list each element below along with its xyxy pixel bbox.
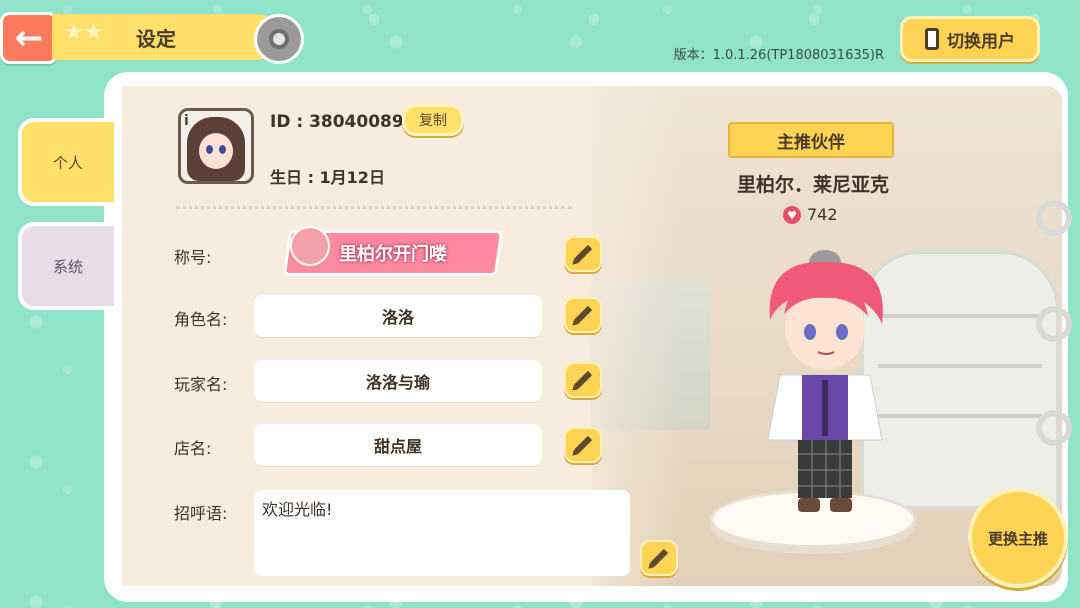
page-title: 设定 <box>136 26 176 51</box>
edit-greeting-button[interactable] <box>640 540 678 576</box>
binder-ring-icon <box>1036 410 1072 446</box>
partner-ribbon: 主推伙伴 <box>728 122 894 158</box>
pencil-icon <box>649 548 669 568</box>
edit-player-name-button[interactable] <box>564 362 602 398</box>
player-name-field: 洛洛与瑜 <box>254 360 542 402</box>
shop-name-label: 店名: <box>174 439 212 458</box>
title-badge-text: 里柏尔开门喽 <box>339 244 447 265</box>
tab-personal[interactable]: 个人 <box>18 118 114 206</box>
greeting-label: 招呼语: <box>174 504 228 523</box>
role-name-field: 洛洛 <box>254 295 542 337</box>
phone-icon <box>925 28 939 50</box>
divider <box>176 206 572 209</box>
version-text: 版本：1.0.1.26(TP1808031635)R <box>673 48 884 63</box>
heart-icon: ♥ <box>783 206 801 224</box>
player-id: ID : 38040089 <box>270 112 404 132</box>
switch-user-label: 切换用户 <box>947 31 1015 52</box>
pencil-icon <box>573 244 593 264</box>
copy-id-button[interactable]: 复制 <box>402 104 464 136</box>
shop-name-field: 甜点屋 <box>254 424 542 466</box>
info-icon: i <box>184 113 189 129</box>
title-field-label: 称号: <box>174 248 212 267</box>
pencil-icon <box>573 305 593 325</box>
role-name-label: 角色名: <box>174 310 228 329</box>
tab-system-label: 系统 <box>52 257 83 276</box>
copy-label: 复制 <box>419 113 447 129</box>
tab-system[interactable]: 系统 <box>18 222 114 310</box>
gear-icon <box>254 14 304 64</box>
player-name-label: 玩家名: <box>174 375 228 394</box>
birthday: 生日 : 1月12日 <box>270 168 385 187</box>
greeting-field: 欢迎光临! <box>254 490 630 576</box>
tab-personal-label: 个人 <box>52 153 83 172</box>
back-arrow-icon: ← <box>14 18 44 58</box>
switch-user-button[interactable]: 切换用户 <box>900 16 1040 62</box>
pencil-icon <box>573 435 593 455</box>
pencil-icon <box>573 370 593 390</box>
page-title-banner: ★★ 设定 <box>52 14 280 60</box>
partner-name: 里柏尔．莱尼亚克 <box>736 174 889 196</box>
badge-character-icon <box>290 226 330 266</box>
avatar[interactable]: i <box>178 108 254 184</box>
partner-character[interactable] <box>750 240 900 520</box>
edit-title-button[interactable] <box>564 236 602 272</box>
binder-ring-icon <box>1036 200 1072 236</box>
affection-value: 742 <box>807 205 838 224</box>
edit-shop-name-button[interactable] <box>564 427 602 463</box>
change-partner-button[interactable]: 更换主推 <box>968 488 1068 588</box>
star-decoration-icon: ★★ <box>64 20 104 45</box>
edit-role-name-button[interactable] <box>564 297 602 333</box>
binder-ring-icon <box>1036 306 1072 342</box>
back-button[interactable]: ← <box>0 12 58 64</box>
change-partner-label: 更换主推 <box>987 529 1048 548</box>
